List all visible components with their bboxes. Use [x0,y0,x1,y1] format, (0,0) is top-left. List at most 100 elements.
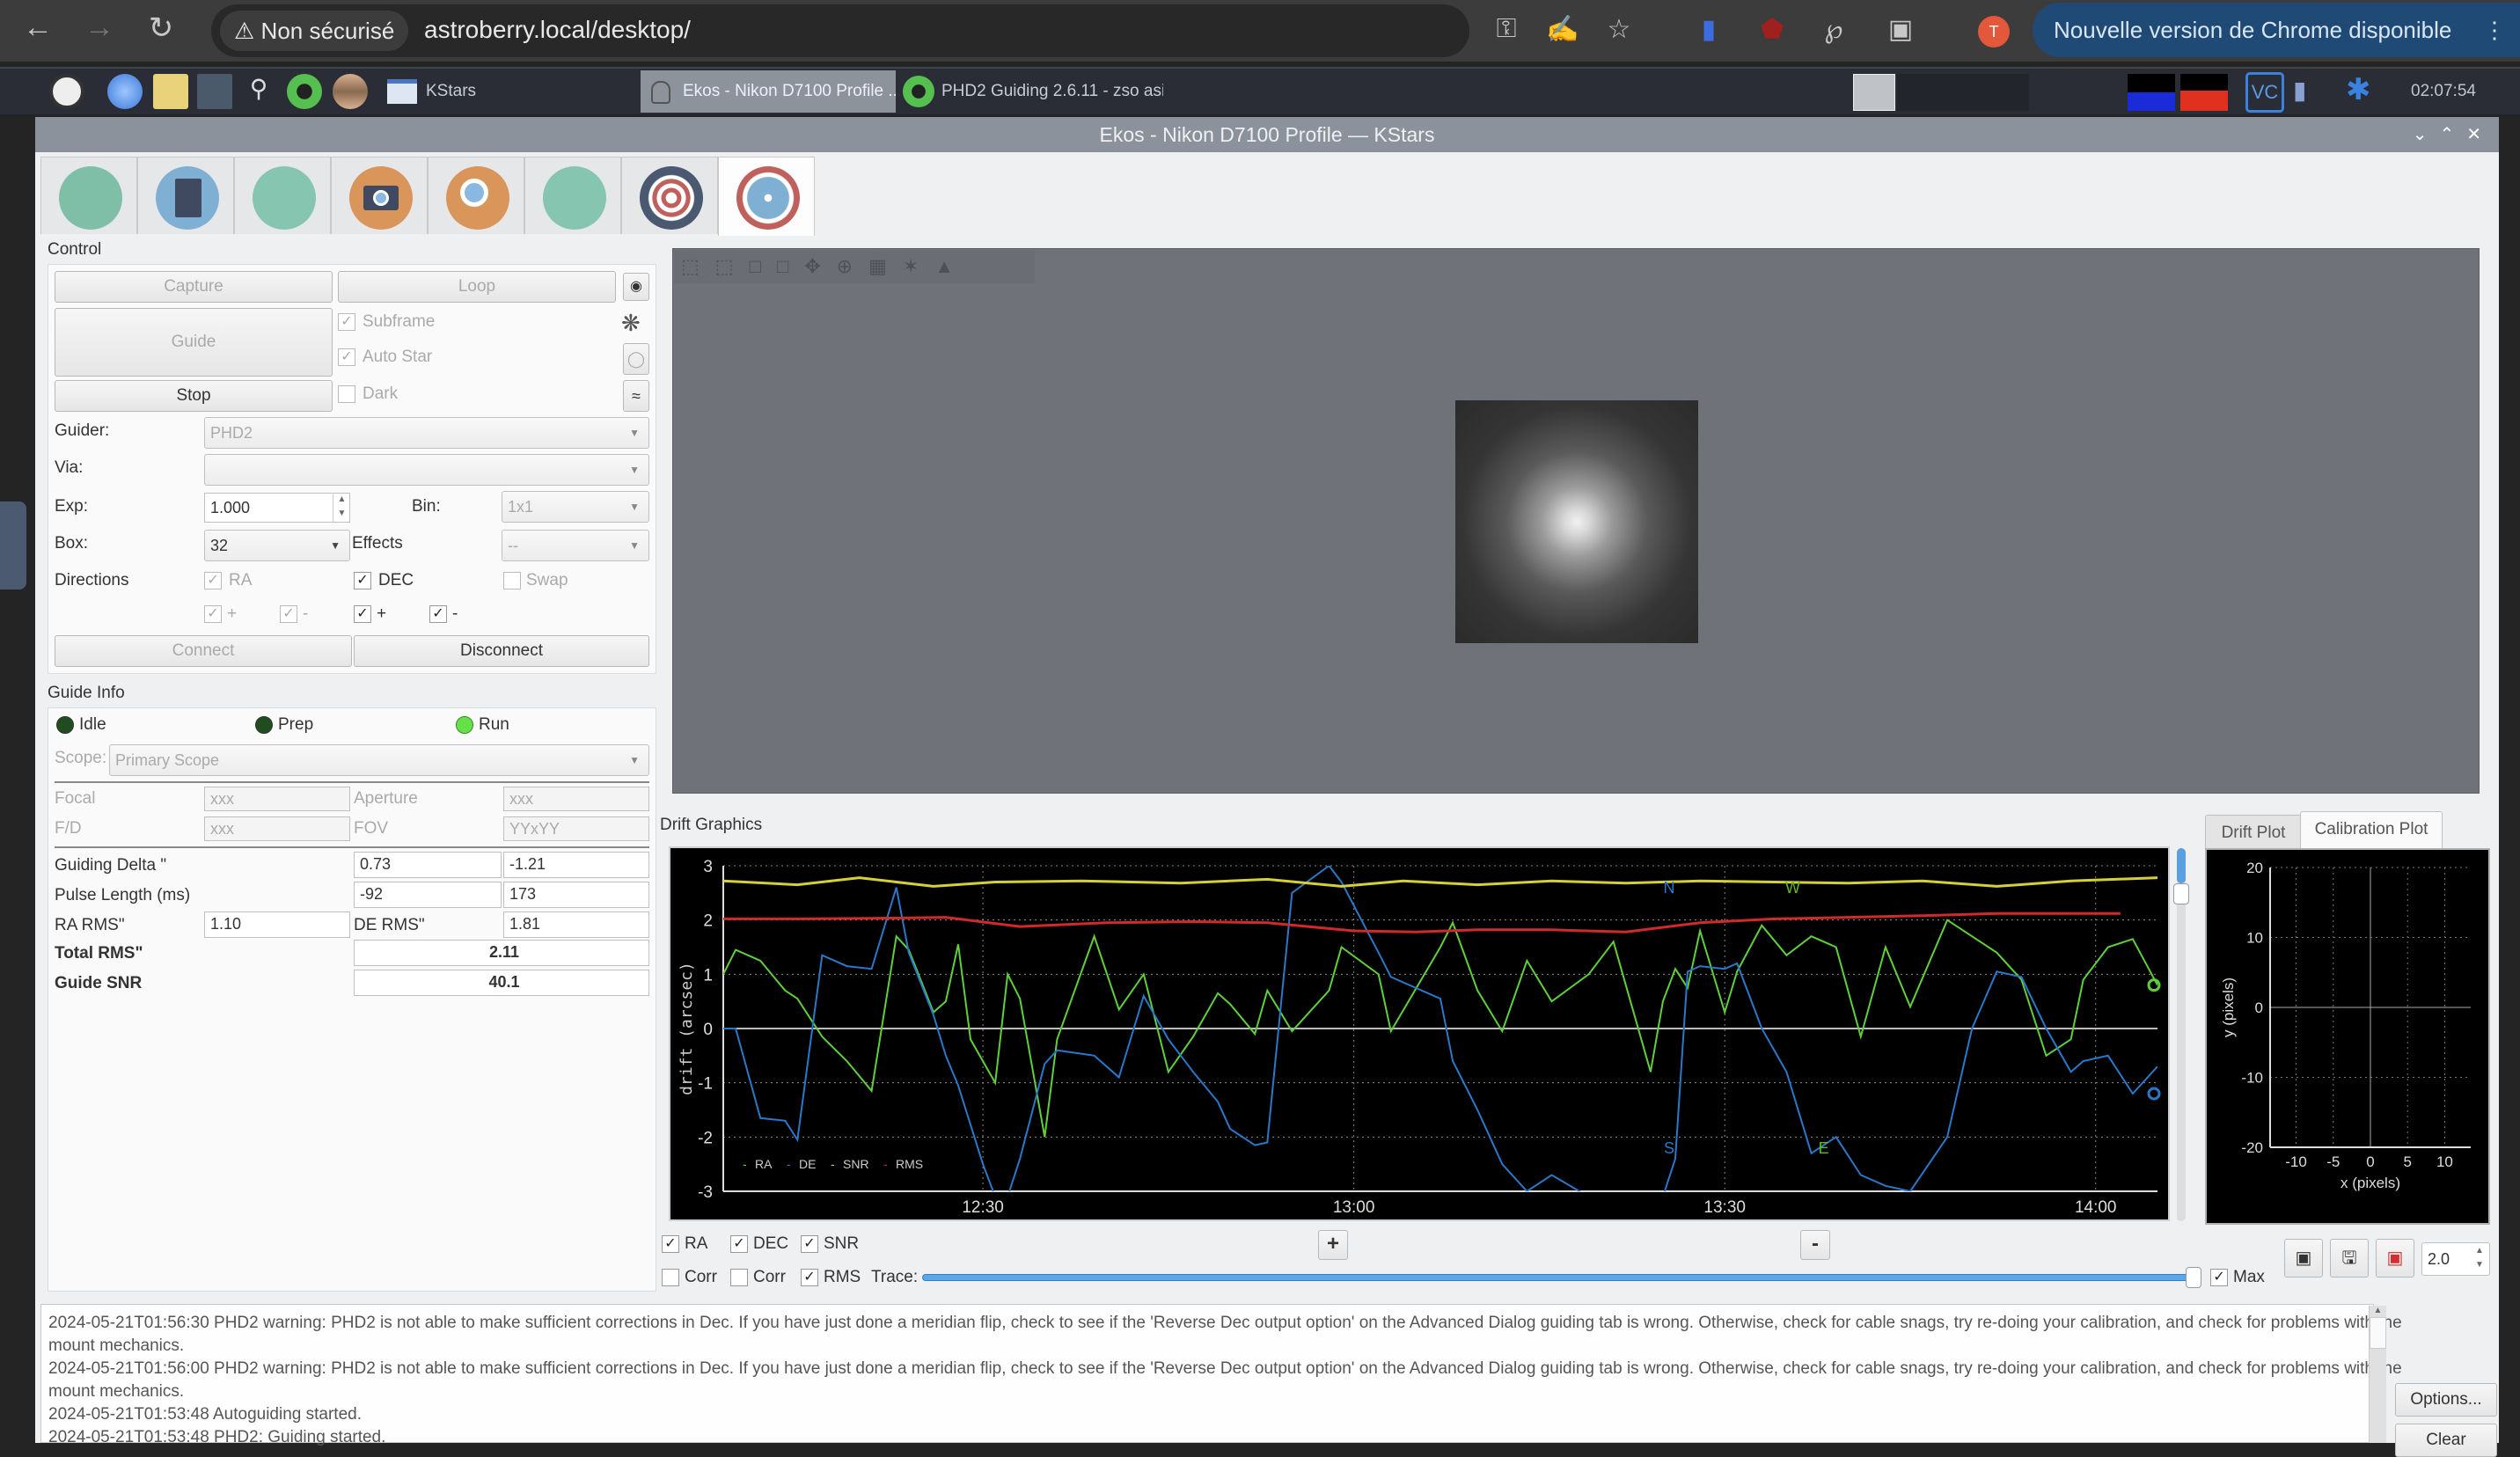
guide-button[interactable]: Guide [55,308,333,377]
ra-direction-checkbox[interactable]: ✓ [204,572,222,589]
zoom-out-button[interactable]: - [1800,1230,1830,1260]
fit-view-icon[interactable]: ▣ [2284,1239,2323,1278]
bookmark-star-icon[interactable]: ☆ [1601,14,1637,45]
histogram-icon[interactable]: ▲ [934,255,970,277]
swap-checkbox[interactable] [503,572,521,589]
dec-plot-checkbox[interactable]: ✓ [730,1235,748,1253]
taskbar-task-ekos[interactable]: Ekos - Nikon D7100 Profile ... [641,70,896,113]
dec-direction-checkbox[interactable]: ✓ [354,572,371,589]
stars-icon[interactable]: ✶ [903,255,934,277]
dark-checkbox[interactable] [338,385,355,403]
back-icon[interactable]: ← [16,11,60,45]
extensions-puzzle-icon[interactable]: ▣ [1883,14,1918,45]
module-tab-mount[interactable] [524,157,621,234]
trace-slider[interactable] [922,1274,2198,1281]
security-indicator[interactable]: ⚠ Non sécurisé [220,11,409,51]
telescope-launcher-icon[interactable]: ⚲ [241,74,276,109]
minimize-icon[interactable]: ⌄ [2413,125,2440,144]
module-tab-setup[interactable] [40,157,137,234]
ra-plot-checkbox[interactable]: ✓ [662,1235,679,1253]
guider-select[interactable]: PHD2 ▼ [204,417,649,449]
module-tab-capture[interactable] [331,157,428,234]
max-checkbox[interactable]: ✓ [2210,1269,2228,1286]
window-controls[interactable]: ⌄⌃✕ [2413,117,2494,152]
side-panel-handle[interactable] [0,502,26,589]
module-tab-analyze[interactable] [234,157,331,234]
bin-select[interactable]: 1x1 ▼ [502,491,649,523]
rms-plot-checkbox[interactable]: ✓ [801,1269,818,1286]
eye-icon[interactable]: ◉ [623,273,649,301]
dec-minus-checkbox[interactable]: ✓ [429,605,447,623]
taskbar-task-phd2[interactable]: PHD2 Guiding 2.6.11 - zso asi [899,70,1163,113]
file-manager-icon[interactable] [153,74,188,109]
scope-select[interactable]: Primary Scope ▼ [109,744,649,776]
exposure-spinbox[interactable]: 1.000 [204,493,350,523]
tab-calibration-plot[interactable]: Calibration Plot [2300,811,2443,850]
trace-slider-handle[interactable] [2186,1267,2201,1288]
terminal-icon[interactable] [197,74,232,109]
zoom-in-icon[interactable]: ⬚ [681,255,715,277]
maximize-icon[interactable]: ⌃ [2439,125,2466,144]
log-clear-button[interactable]: Clear [2395,1424,2497,1457]
module-tab-scheduler[interactable] [137,157,234,234]
vnc-icon[interactable]: VC [2245,72,2284,113]
zoom-out-icon[interactable]: ⬚ [715,255,750,277]
zoom-fit-icon[interactable]: □ [777,255,804,277]
connect-button[interactable]: Connect [55,635,352,667]
reload-icon[interactable]: ↻ [139,11,183,46]
autostar-checkbox[interactable]: ✓ [338,348,355,366]
grid-icon[interactable]: ▦ [868,255,903,277]
zoom-default-icon[interactable]: □ [750,255,777,277]
log-scrollbar[interactable]: ▲ [2369,1306,2386,1443]
ublock-extension-icon[interactable]: ⬟ [1754,14,1790,45]
ra-plus-checkbox[interactable]: ✓ [204,605,222,623]
via-select[interactable]: ▼ [204,454,649,486]
scale-stepper[interactable]: ▲ ▼ [2471,1244,2488,1274]
module-tab-focus[interactable] [428,157,524,234]
save-icon[interactable]: 🖫 [2330,1239,2369,1278]
pan-icon[interactable]: ✥ [804,255,836,277]
log-view[interactable]: 2024-05-21T01:56:30 PHD2 warning: PHD2 i… [40,1304,2402,1446]
slider-handle[interactable] [2173,883,2189,904]
guide-star-image[interactable] [1455,400,1698,643]
kstars-launcher-icon[interactable] [49,74,84,109]
key-icon[interactable]: ⚿ [1489,14,1524,44]
log-options-button[interactable]: Options... [2395,1383,2497,1417]
scrollbar-thumb[interactable] [2370,1317,2386,1349]
browser-launcher-icon[interactable] [107,74,143,109]
dark-library-icon[interactable]: ≈ [623,380,649,412]
snr-plot-checkbox[interactable]: ✓ [801,1235,818,1253]
url-text[interactable]: astroberry.local/desktop/ [424,12,691,48]
planet-launcher-icon[interactable] [333,74,368,109]
profile-avatar[interactable]: T [1978,16,2010,48]
drift-graph[interactable]: 3 2 1 0 -1 -2 -3 12:30 13:00 13:30 14:00 drift (arc… [669,846,2170,1221]
box-select[interactable]: 32 ▼ [204,530,350,561]
dec-plus-checkbox[interactable]: ✓ [354,605,371,623]
close-icon[interactable]: ✕ [2466,125,2494,144]
subframe-checkbox[interactable]: ✓ [338,313,355,331]
disconnect-button[interactable]: Disconnect [354,635,649,667]
taskbar-task-kstars[interactable]: KStars [384,70,630,113]
bitwarden-extension-icon[interactable]: ▮ [1691,14,1726,45]
module-tab-align[interactable] [621,157,718,234]
forward-icon[interactable]: → [77,11,121,45]
module-tab-guide[interactable] [718,157,815,236]
ra-corr-checkbox[interactable] [662,1269,679,1286]
ra-minus-checkbox[interactable]: ✓ [280,605,297,623]
chrome-update-button[interactable]: Nouvelle version de Chrome disponible ⋮ [2033,3,2520,57]
clear-plot-icon[interactable]: ▣ [2376,1239,2414,1278]
effects-select[interactable]: -- ▼ [502,530,649,561]
trash-icon[interactable]: ◯ [623,343,649,375]
calibration-plot[interactable]: 20 10 0 -10 -20 -10 -5 0 5 10 x (pixels) y (pixels) [2205,848,2490,1225]
capture-button[interactable]: Capture [55,271,333,303]
scroll-up-icon[interactable]: ▲ [2370,1306,2386,1315]
languagetool-extension-icon[interactable]: ℘ [1816,14,1851,45]
network-signal-icon[interactable]: ▮ [2293,76,2306,105]
dec-corr-checkbox[interactable] [730,1269,748,1286]
bluetooth-icon[interactable]: ✱ [2346,72,2371,107]
exposure-stepper[interactable]: ▲ ▼ [333,493,350,523]
zoom-in-button[interactable]: + [1318,1230,1348,1260]
desktop-pager-others[interactable] [1897,74,2029,111]
drift-vertical-slider[interactable] [2173,848,2189,1221]
phd2-launcher-icon[interactable] [287,74,322,109]
